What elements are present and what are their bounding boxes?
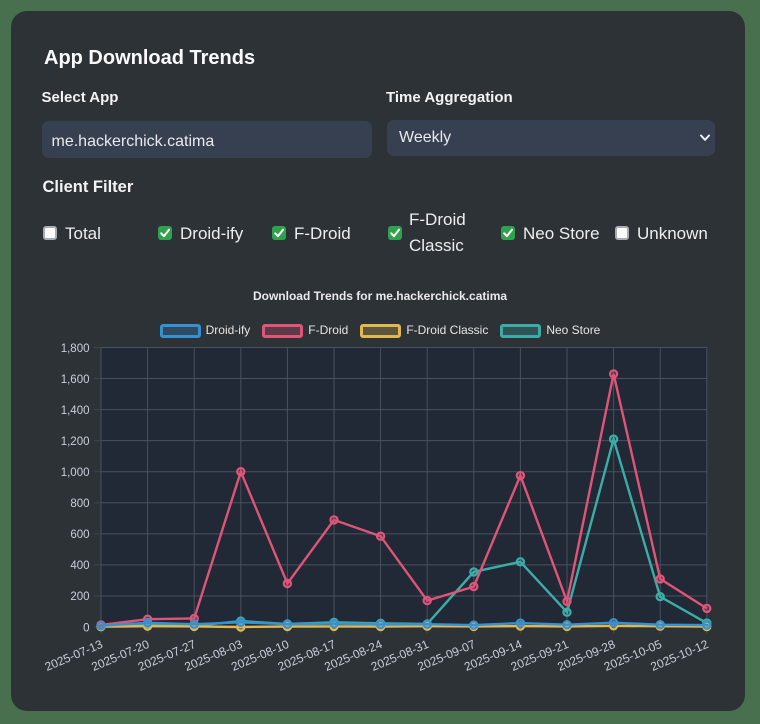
svg-text:0: 0: [83, 622, 89, 634]
svg-text:1,800: 1,800: [61, 343, 90, 355]
svg-text:1,600: 1,600: [61, 374, 90, 386]
svg-text:600: 600: [70, 529, 89, 541]
svg-text:1,400: 1,400: [61, 405, 90, 417]
svg-text:200: 200: [70, 591, 89, 603]
svg-text:400: 400: [70, 560, 89, 572]
svg-text:800: 800: [70, 498, 89, 510]
svg-text:1,200: 1,200: [61, 436, 90, 448]
svg-text:1,000: 1,000: [61, 467, 90, 479]
